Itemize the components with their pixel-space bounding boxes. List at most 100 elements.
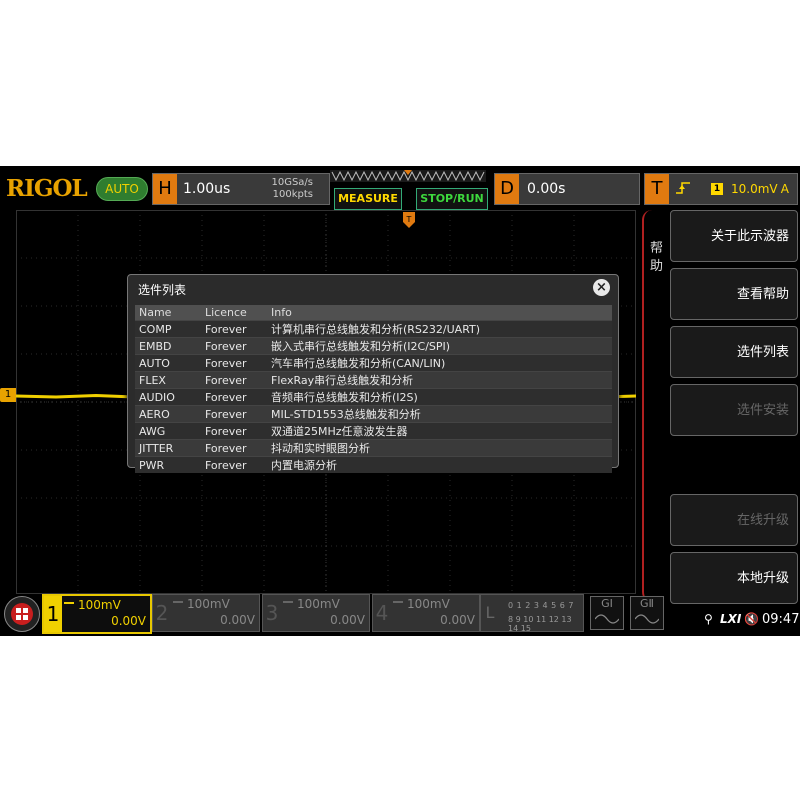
- help-menu-tab[interactable]: 帮助: [642, 210, 672, 602]
- horizontal-letter: H: [153, 174, 177, 204]
- option-info: MIL-STD1553总线触发和分析: [267, 405, 612, 423]
- top-center-controls: MEASURE STOP/RUN: [330, 170, 488, 210]
- option-licence: Forever: [201, 422, 267, 440]
- rigol-logo: RIGOL: [6, 175, 88, 202]
- table-row: JITTER Forever 抖动和实时眼图分析: [135, 439, 612, 457]
- stop-run-button[interactable]: STOP/RUN: [416, 188, 488, 210]
- auto-button[interactable]: AUTO: [96, 177, 148, 201]
- channel-2-number: 2: [155, 601, 169, 625]
- sample-rate: 10GSa/s: [271, 177, 313, 188]
- trigger-letter: T: [645, 174, 669, 204]
- home-menu-button[interactable]: [4, 596, 40, 632]
- column-header-name: Name: [135, 305, 201, 321]
- table-row: AUDIO Forever 音频串行总线触发和分析(I2S): [135, 388, 612, 406]
- logic-letter: L: [485, 603, 495, 622]
- ch1-offset-marker[interactable]: 1: [0, 388, 16, 402]
- option-licence: Forever: [201, 371, 267, 389]
- channel-3-offset: 0.00V: [330, 613, 365, 627]
- channel-3-box[interactable]: 3 100mV 0.00V: [262, 594, 370, 632]
- channel-1-number: 1: [44, 596, 62, 632]
- option-info: 嵌入式串行总线触发和分析(I2C/SPI): [267, 337, 612, 355]
- svg-text:T: T: [406, 215, 412, 224]
- option-licence: Forever: [201, 354, 267, 372]
- channel-1-offset: 0.00V: [111, 614, 146, 628]
- dialog-title: 选件列表: [138, 283, 187, 297]
- logic-channels-row-2: 8 9 10 11 12 13 14 15: [508, 615, 572, 633]
- delay-letter: D: [495, 174, 519, 204]
- options-table: Name Licence Info COMP Forever 计算机串行总线触发和分…: [135, 305, 612, 473]
- channel-2-scale: 100mV: [187, 597, 230, 611]
- option-name: FLEX: [135, 371, 201, 389]
- menu-option-install-button[interactable]: 选件安装: [670, 384, 798, 436]
- menu-view-help-button[interactable]: 查看帮助: [670, 268, 798, 320]
- logic-analyzer-box[interactable]: L 0 1 2 3 4 5 6 7 8 9 10 11 12 13 14 15: [480, 594, 584, 633]
- option-info: 汽车串行总线触发和分析(CAN/LIN): [267, 354, 612, 372]
- option-name: EMBD: [135, 337, 201, 355]
- dc-coupling-icon: [283, 601, 293, 608]
- generator-2-button[interactable]: GⅡ: [630, 596, 664, 630]
- speaker-muted-icon[interactable]: 🔇: [744, 612, 759, 626]
- channel-3-scale: 100mV: [297, 597, 340, 611]
- option-name: JITTER: [135, 439, 201, 457]
- menu-option-list-button[interactable]: 选件列表: [670, 326, 798, 378]
- channel-4-scale: 100mV: [407, 597, 450, 611]
- channel-1-box[interactable]: 1 100mV 0.00V: [42, 594, 152, 634]
- timebase-value: 1.00us: [183, 181, 231, 197]
- channel-3-number: 3: [265, 601, 279, 625]
- dc-coupling-icon: [393, 601, 403, 608]
- generator-1-label: GⅠ: [601, 597, 613, 610]
- help-tab-label: 帮助: [650, 241, 664, 274]
- measure-button[interactable]: MEASURE: [334, 188, 402, 210]
- option-licence: Forever: [201, 388, 267, 406]
- trigger-box[interactable]: T 1 10.0mV A: [644, 173, 798, 205]
- rising-edge-icon: [675, 180, 691, 200]
- usb-icon: ⚲: [704, 612, 713, 626]
- option-info: 双通道25MHz任意波发生器: [267, 422, 612, 440]
- option-name: AWG: [135, 422, 201, 440]
- logic-channels-row-1: 0 1 2 3 4 5 6 7: [508, 601, 575, 610]
- delay-value: 0.00s: [527, 181, 566, 197]
- trigger-source: 1: [711, 183, 723, 195]
- memory-depth: 100kpts: [272, 189, 313, 200]
- sample-rate-info: 10GSa/s 100kpts: [271, 177, 313, 201]
- column-header-info: Info: [267, 305, 612, 321]
- option-licence: Forever: [201, 439, 267, 457]
- option-name: AUTO: [135, 354, 201, 372]
- generator-2-label: GⅡ: [640, 597, 654, 610]
- trigger-level: 10.0mV: [731, 182, 778, 196]
- horizontal-timebase-box[interactable]: H 1.00us 10GSa/s 100kpts: [152, 173, 330, 205]
- dc-coupling-icon: [173, 601, 183, 608]
- trigger-position-icon[interactable]: T: [403, 212, 415, 228]
- options-list-dialog: 选件列表 × Name Licence Info COMP Forever 计算机串…: [127, 274, 619, 473]
- option-licence: Forever: [201, 456, 267, 473]
- table-row: FLEX Forever FlexRay串行总线触发和分析: [135, 371, 612, 389]
- menu-about-button[interactable]: 关于此示波器: [670, 210, 798, 262]
- sine-wave-icon: [595, 614, 619, 624]
- option-licence: Forever: [201, 337, 267, 355]
- delay-box[interactable]: D 0.00s: [494, 173, 640, 205]
- channel-4-box[interactable]: 4 100mV 0.00V: [372, 594, 480, 632]
- grid-icon: [11, 603, 33, 625]
- table-row: AERO Forever MIL-STD1553总线触发和分析: [135, 405, 612, 423]
- dc-coupling-icon: [64, 602, 74, 609]
- channel-2-box[interactable]: 2 100mV 0.00V: [152, 594, 260, 632]
- menu-local-upgrade-button[interactable]: 本地升级: [670, 552, 798, 604]
- memory-overview-icon: [330, 170, 486, 182]
- close-icon[interactable]: ×: [593, 279, 610, 296]
- trigger-mode: A: [780, 182, 789, 196]
- option-info: FlexRay串行总线触发和分析: [267, 371, 612, 389]
- channel-4-number: 4: [375, 601, 389, 625]
- option-info: 计算机串行总线触发和分析(RS232/UART): [267, 320, 612, 338]
- table-row: PWR Forever 内置电源分析: [135, 456, 612, 473]
- generator-1-button[interactable]: GⅠ: [590, 596, 624, 630]
- menu-online-upgrade-button[interactable]: 在线升级: [670, 494, 798, 546]
- sine-wave-icon: [635, 614, 659, 624]
- clock-time: 09:47: [762, 612, 800, 627]
- option-name: COMP: [135, 320, 201, 338]
- option-licence: Forever: [201, 405, 267, 423]
- option-info: 音频串行总线触发和分析(I2S): [267, 388, 612, 406]
- channel-1-scale: 100mV: [78, 598, 121, 612]
- option-info: 抖动和实时眼图分析: [267, 439, 612, 457]
- oscilloscope-screen: RIGOL AUTO H 1.00us 10GSa/s 100kpts MEAS…: [0, 166, 800, 636]
- table-row: AWG Forever 双通道25MHz任意波发生器: [135, 422, 612, 440]
